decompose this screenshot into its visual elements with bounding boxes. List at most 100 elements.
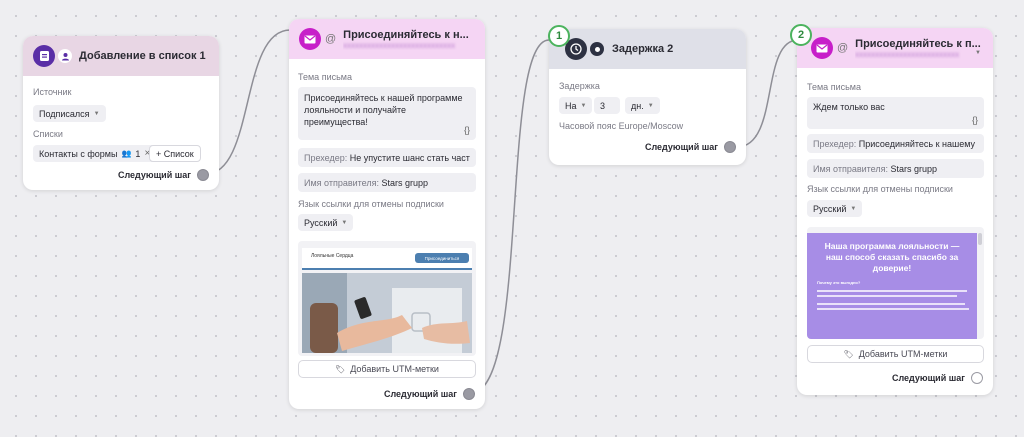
preview-scrollbar[interactable] — [978, 233, 982, 245]
tag-icon: 🏷 — [335, 364, 346, 374]
email-card-1-titlebox: Присоединяйтесь к н... xxxxxxxxxxxxxxxxx… — [343, 29, 469, 50]
add-utm-button[interactable]: 🏷 Добавить UTM-метки — [298, 360, 476, 378]
email-preview[interactable]: Наша программа лояльности — наш способ с… — [807, 227, 984, 339]
email-card-2-titlebox: Присоединяйтесь к п... xxxxxxxxxxxxxxxxx… — [855, 38, 983, 59]
tag-icon: 🏷 — [843, 349, 854, 359]
next-step-label: Следующий шаг — [644, 142, 718, 152]
add-to-list-header: Добавление в список 1 — [23, 36, 219, 76]
step-badge-1: 1 — [548, 25, 570, 47]
preheader-value: Присоединяйтесь к нашему — [858, 139, 975, 149]
preview-banner: Наша программа лояльности — наш способ с… — [807, 233, 977, 339]
chevron-down-icon: ▼ — [580, 102, 587, 109]
unsubscribe-language-value: Русский — [813, 203, 847, 214]
next-step[interactable]: Следующий шаг — [118, 169, 209, 181]
step-badge-2: 2 — [790, 24, 812, 46]
unsubscribe-label: Язык ссылки для отмены подписки — [807, 184, 953, 194]
delay-unit-value: дн. — [631, 100, 644, 111]
next-step-port[interactable] — [971, 372, 983, 384]
blurred-recipients: xxxxxxxxxxxxxxxxxxxxxxxxxx — [855, 49, 960, 59]
next-step-port[interactable] — [463, 388, 475, 400]
email-card-2-header: @ Присоединяйтесь к п... xxxxxxxxxxxxxxx… — [797, 28, 993, 68]
timer-icon — [590, 42, 604, 56]
sender-value: Stars grupp — [381, 178, 429, 188]
list-tag-label: Контакты с формы — [39, 148, 118, 159]
chevron-down-icon: ▼ — [850, 205, 857, 212]
delay-label: Задержка — [559, 81, 600, 91]
email-card-1[interactable]: @ Присоединяйтесь к н... xxxxxxxxxxxxxxx… — [289, 19, 485, 409]
chevron-down-icon[interactable]: ▼ — [975, 50, 981, 56]
next-step-label: Следующий шаг — [891, 373, 965, 383]
next-step-port[interactable] — [197, 169, 209, 181]
lists-label: Списки — [33, 129, 63, 139]
delay-card-header: Задержка 2 — [549, 29, 746, 69]
variables-icon[interactable]: {} — [464, 124, 470, 136]
preheader-value: Не упустите шанс стать част — [349, 153, 470, 163]
add-utm-label: Добавить UTM-метки — [350, 364, 439, 374]
next-step-label: Следующий шаг — [117, 170, 191, 180]
delay-mode-value: На — [565, 100, 577, 111]
variables-icon[interactable]: {} — [972, 115, 978, 125]
card-title: Добавление в список 1 — [79, 50, 206, 62]
card-title: Присоединяйтесь к н... — [343, 28, 469, 41]
envelope-icon — [299, 28, 321, 50]
people-icon: 👥 — [121, 149, 132, 158]
subject-label: Тема письма — [298, 72, 352, 82]
envelope-icon — [811, 37, 833, 59]
preview-join-button: Присоединиться — [415, 253, 469, 263]
list-tag[interactable]: Контакты с формы 👥 1 × — [33, 145, 157, 162]
source-select[interactable]: Подписался ▼ — [33, 105, 106, 122]
email-card-2[interactable]: @ Присоединяйтесь к п... xxxxxxxxxxxxxxx… — [797, 28, 993, 395]
user-icon — [58, 49, 72, 63]
delay-amount-value: 3 — [600, 100, 606, 111]
sender-value: Stars grupp — [890, 164, 938, 174]
delay-mode-select[interactable]: На ▼ — [559, 97, 593, 114]
at-icon: @ — [325, 33, 337, 45]
add-list-label: + Список — [156, 148, 194, 159]
add-to-list-card[interactable]: Добавление в список 1 Источник Подписалс… — [23, 36, 219, 190]
preview-logo: Лояльные Сердца — [311, 253, 354, 259]
preview-topbar: Лояльные Сердца Присоединиться — [302, 248, 472, 270]
subject-value: Присоединяйтесь к нашей программе лояльн… — [304, 93, 463, 127]
connector-3-4 — [736, 39, 799, 148]
preheader-key: Прехедер: — [813, 139, 857, 149]
list-icon — [33, 45, 55, 67]
sender-key: Имя отправителя: — [304, 178, 380, 188]
blurred-recipients: xxxxxxxxxxxxxxxxxxxxxxxxxxxx — [343, 40, 456, 50]
list-tag-count: 1 — [135, 148, 141, 159]
subject-field[interactable]: Ждем только вас {} — [807, 97, 984, 129]
sender-field[interactable]: Имя отправителя: Stars grupp — [298, 173, 476, 192]
email-card-1-header: @ Присоединяйтесь к н... xxxxxxxxxxxxxxx… — [289, 19, 485, 59]
sender-key: Имя отправителя: — [813, 164, 889, 174]
next-step[interactable]: Следующий шаг — [892, 372, 983, 384]
unsubscribe-label: Язык ссылки для отмены подписки — [298, 199, 444, 209]
card-title: Задержка 2 — [612, 43, 674, 55]
add-utm-label: Добавить UTM-метки — [858, 349, 948, 359]
preview-heading: Наша программа лояльности — наш способ с… — [824, 241, 960, 273]
next-step-port[interactable] — [724, 141, 736, 153]
add-list-button[interactable]: + Список — [149, 145, 201, 162]
email-preview[interactable]: Лояльные Сердца Присоединиться — [298, 241, 476, 356]
preheader-field[interactable]: Прехедер: Присоединяйтесь к нашему — [807, 134, 984, 153]
unsubscribe-language-select[interactable]: Русский ▼ — [807, 200, 863, 217]
preheader-key: Прехедер: — [304, 153, 348, 163]
preview-subheading: Почему это выгодно? — [817, 280, 861, 285]
preview-text-lines — [817, 290, 969, 310]
next-step[interactable]: Следующий шаг — [384, 388, 475, 400]
next-step[interactable]: Следующий шаг — [645, 141, 736, 153]
delay-amount-input[interactable]: 3 — [594, 97, 620, 114]
subject-value: Ждем только вас — [813, 102, 885, 112]
chevron-down-icon: ▼ — [93, 110, 100, 117]
delay-card[interactable]: Задержка 2 Задержка На ▼ 3 дн. ▼ Часовой… — [549, 29, 746, 165]
add-utm-button[interactable]: 🏷 Добавить UTM-метки — [807, 345, 984, 363]
subject-label: Тема письма — [807, 82, 861, 92]
subject-field[interactable]: Присоединяйтесь к нашей программе лояльн… — [298, 87, 476, 140]
chevron-down-icon: ▼ — [341, 219, 348, 226]
preheader-field[interactable]: Прехедер: Не упустите шанс стать част — [298, 148, 476, 167]
card-title: Присоединяйтесь к п... — [855, 37, 981, 50]
source-value: Подписался — [39, 108, 90, 119]
sender-field[interactable]: Имя отправителя: Stars grupp — [807, 159, 984, 178]
delay-unit-select[interactable]: дн. ▼ — [625, 97, 660, 114]
chevron-down-icon: ▼ — [647, 102, 654, 109]
unsubscribe-language-select[interactable]: Русский ▼ — [298, 214, 354, 231]
at-icon: @ — [837, 42, 849, 54]
